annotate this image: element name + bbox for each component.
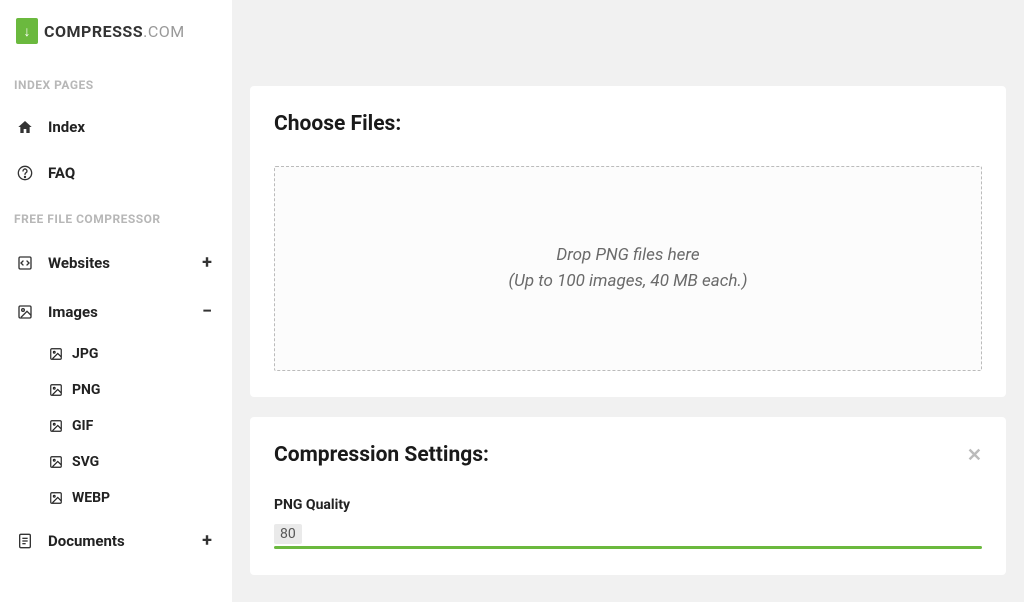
file-image-icon	[48, 382, 64, 398]
nav-websites-label: Websites	[48, 254, 110, 272]
section-index-pages: INDEX PAGES	[14, 78, 218, 92]
file-image-icon	[48, 346, 64, 362]
dropzone-line2: (Up to 100 images, 40 MB each.)	[295, 269, 961, 295]
quality-value: 80	[274, 524, 302, 544]
subnav-webp-label: WEBP	[72, 490, 110, 506]
nav-images[interactable]: Images −	[14, 287, 218, 336]
settings-title: Compression Settings:	[274, 443, 489, 467]
nav-websites[interactable]: Websites +	[14, 238, 218, 287]
section-compressor: FREE FILE COMPRESSOR	[14, 212, 218, 226]
document-icon	[16, 532, 34, 550]
logo[interactable]: COMPRESSS.COM	[16, 18, 218, 44]
logo-text: COMPRESSS.COM	[44, 22, 185, 41]
file-image-icon	[48, 454, 64, 470]
subnav-jpg-label: JPG	[72, 346, 98, 362]
quality-slider[interactable]: 80	[274, 523, 982, 549]
quality-label: PNG Quality	[274, 497, 982, 513]
sidebar: COMPRESSS.COM INDEX PAGES Index FAQ FREE…	[0, 0, 232, 602]
choose-files-card: Choose Files: Drop PNG files here (Up to…	[250, 86, 1006, 397]
nav-index-label: Index	[48, 118, 85, 136]
subnav-png-label: PNG	[72, 382, 100, 398]
main-content: Choose Files: Drop PNG files here (Up to…	[232, 0, 1024, 602]
file-image-icon	[48, 490, 64, 506]
home-icon	[16, 118, 34, 136]
nav-faq[interactable]: FAQ	[14, 150, 218, 196]
slider-track[interactable]	[274, 546, 982, 549]
logo-icon	[16, 18, 38, 44]
subnav-svg[interactable]: SVG	[14, 444, 218, 480]
code-icon	[16, 254, 34, 272]
subnav-svg-label: SVG	[72, 454, 99, 470]
dropzone-line1: Drop PNG files here	[295, 243, 961, 269]
question-icon	[16, 164, 34, 182]
logo-bold: COMPRESSS	[44, 22, 143, 41]
subnav-gif[interactable]: GIF	[14, 408, 218, 444]
subnav-webp[interactable]: WEBP	[14, 480, 218, 516]
nav-images-label: Images	[48, 303, 98, 321]
minus-icon[interactable]: −	[198, 301, 216, 322]
nav-documents[interactable]: Documents +	[14, 516, 218, 565]
choose-files-title: Choose Files:	[274, 112, 401, 136]
image-icon	[16, 303, 34, 321]
nav-faq-label: FAQ	[48, 164, 75, 182]
logo-domain: .COM	[143, 22, 185, 41]
subnav-png[interactable]: PNG	[14, 372, 218, 408]
nav-documents-label: Documents	[48, 532, 125, 550]
file-image-icon	[48, 418, 64, 434]
plus-icon[interactable]: +	[198, 530, 216, 551]
subnav-jpg[interactable]: JPG	[14, 336, 218, 372]
file-dropzone[interactable]: Drop PNG files here (Up to 100 images, 4…	[274, 166, 982, 371]
close-icon[interactable]: ✕	[967, 445, 982, 466]
plus-icon[interactable]: +	[198, 252, 216, 273]
nav-index[interactable]: Index	[14, 104, 218, 150]
subnav-gif-label: GIF	[72, 418, 93, 434]
settings-card: Compression Settings: ✕ PNG Quality 80	[250, 417, 1006, 575]
